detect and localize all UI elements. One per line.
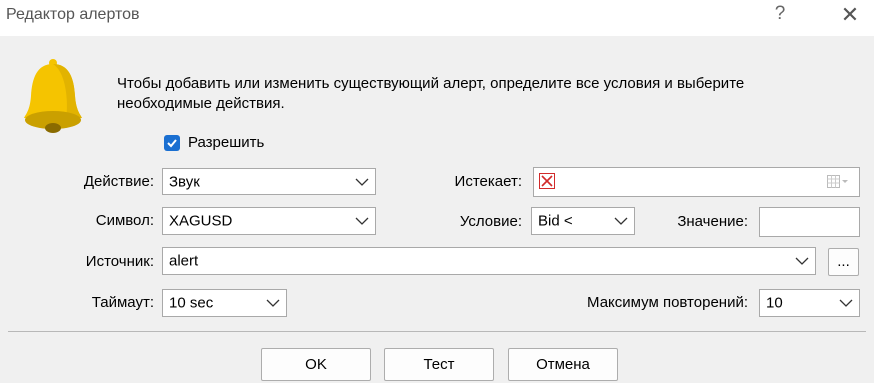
- chevron-down-icon: [795, 257, 809, 265]
- max-repeats-select[interactable]: 10: [759, 289, 860, 317]
- cancel-button[interactable]: Отмена: [508, 348, 618, 381]
- chevron-down-icon: [614, 217, 628, 225]
- action-select[interactable]: Звук: [162, 168, 376, 195]
- chevron-down-icon: [355, 217, 369, 225]
- check-icon: [167, 139, 177, 148]
- title-bar: Редактор алертов ? ✕: [0, 0, 874, 36]
- separator: [8, 331, 866, 332]
- condition-label: Условие:: [459, 213, 522, 230]
- source-label: Источник:: [85, 253, 154, 270]
- expires-datetime-picker[interactable]: [533, 167, 860, 197]
- calendar-icon[interactable]: [827, 175, 849, 188]
- condition-select[interactable]: Bid <: [531, 207, 635, 235]
- timeout-label: Таймаут:: [91, 294, 154, 311]
- chevron-down-icon: [839, 299, 853, 307]
- ok-button[interactable]: OK: [261, 348, 371, 381]
- source-value: alert: [169, 252, 199, 270]
- help-button[interactable]: ?: [770, 3, 790, 25]
- window-title: Редактор алертов: [6, 6, 140, 23]
- symbol-label: Символ:: [95, 212, 154, 229]
- source-select[interactable]: alert: [162, 247, 816, 275]
- description-text: Чтобы добавить или изменить существующий…: [117, 75, 745, 112]
- test-button[interactable]: Тест: [384, 348, 494, 381]
- bell-icon: [24, 59, 82, 133]
- action-value: Звук: [169, 173, 200, 190]
- timeout-select[interactable]: 10 sec: [162, 289, 287, 317]
- action-label: Действие:: [83, 173, 154, 190]
- max-repeats-value: 10: [766, 294, 783, 312]
- max-repeats-label: Максимум повторений:: [587, 294, 748, 311]
- value-input[interactable]: [759, 207, 860, 237]
- symbol-select[interactable]: XAGUSD: [162, 207, 376, 235]
- symbol-value: XAGUSD: [169, 212, 233, 230]
- expires-label: Истекает:: [454, 173, 522, 190]
- cross-icon: [541, 175, 553, 187]
- close-button[interactable]: ✕: [836, 2, 864, 28]
- chevron-down-icon: [355, 178, 369, 186]
- value-label: Значение:: [677, 213, 748, 230]
- enable-label: Разрешить: [188, 134, 265, 151]
- condition-value: Bid <: [538, 212, 573, 230]
- enable-checkbox[interactable]: [164, 135, 180, 151]
- expires-checkbox[interactable]: [539, 173, 555, 189]
- chevron-down-icon: [266, 299, 280, 307]
- browse-button[interactable]: ...: [828, 248, 859, 276]
- timeout-value: 10 sec: [169, 294, 214, 312]
